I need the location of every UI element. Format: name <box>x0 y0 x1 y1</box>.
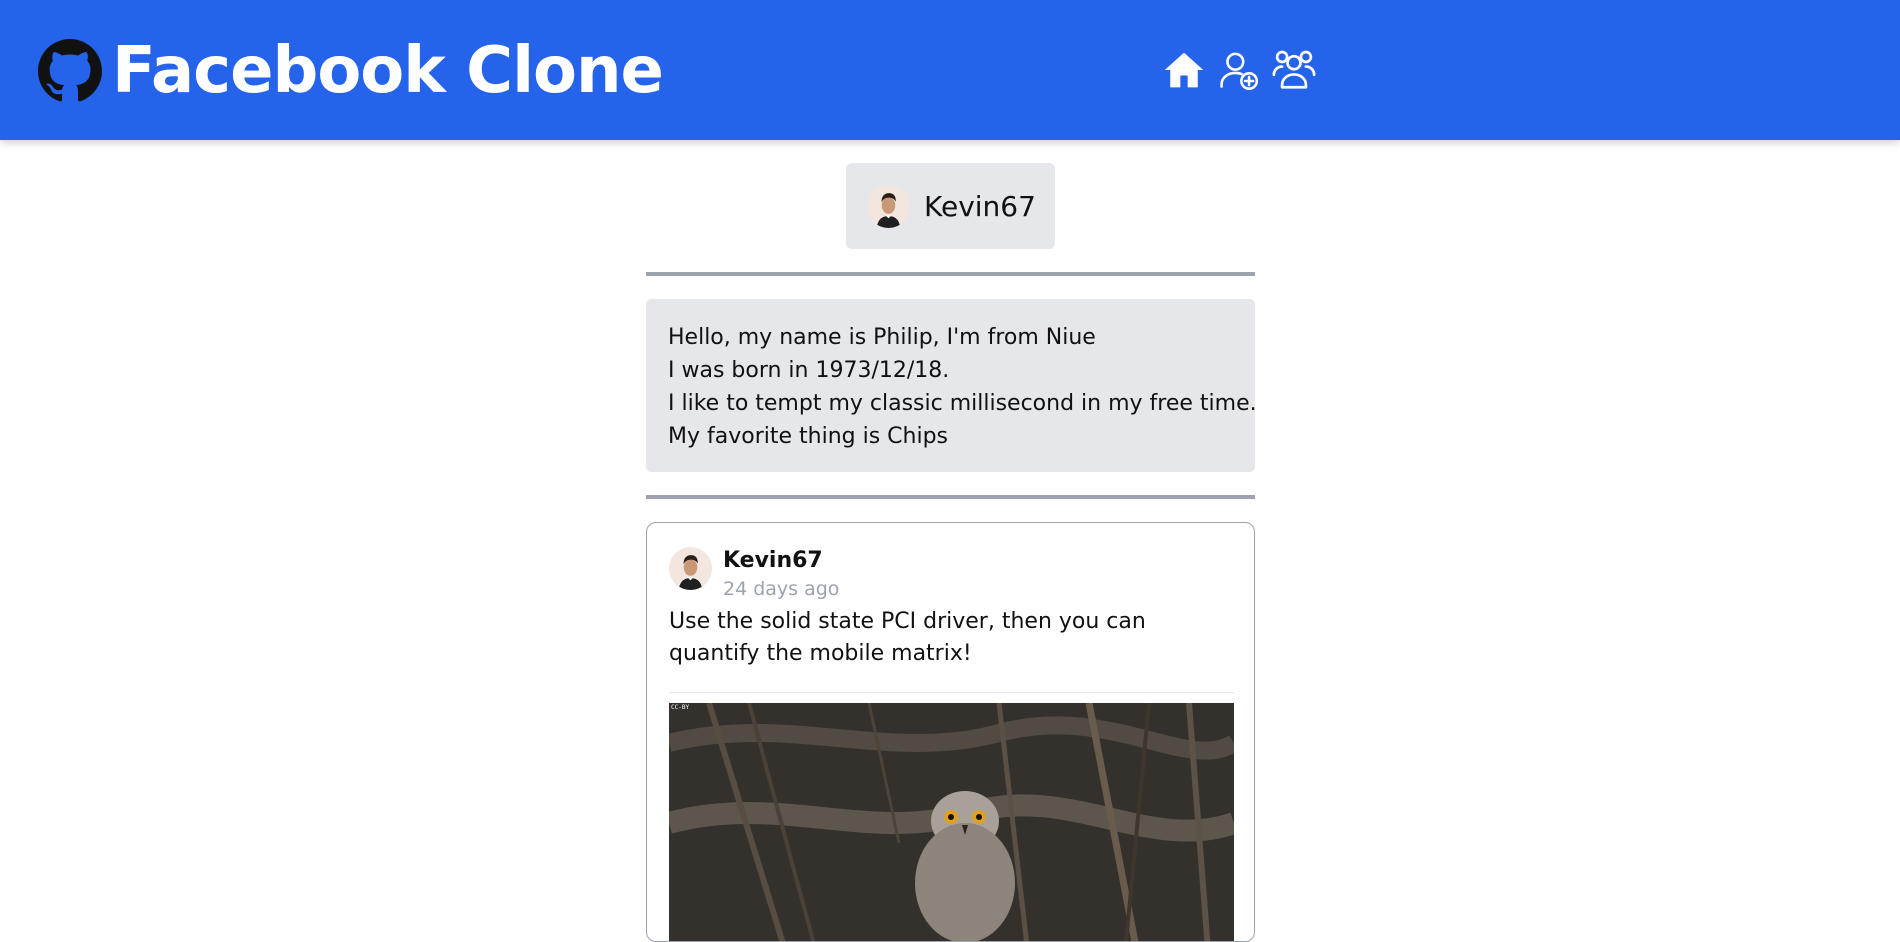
post-header: Kevin67 24 days ago <box>669 547 839 603</box>
about-section: Hello, my name is Philip, I'm from Niue … <box>646 299 1257 472</box>
avatar[interactable] <box>669 547 712 590</box>
about-line: My favorite thing is Chips <box>668 424 949 449</box>
about-line: I like to tempt my classic millisecond i… <box>668 391 1257 416</box>
image-license-tag: CC-BY <box>671 704 690 711</box>
post-author[interactable]: Kevin67 <box>723 547 839 575</box>
post-meta: Kevin67 24 days ago <box>723 547 839 603</box>
avatar <box>867 184 910 228</box>
github-icon <box>38 38 102 101</box>
about-line: I was born in 1973/12/18. <box>668 358 950 383</box>
brand-link[interactable]: Facebook Clone <box>38 33 664 108</box>
users-icon <box>1272 50 1316 89</box>
post-timestamp: 24 days ago <box>723 578 840 600</box>
divider <box>646 495 1255 499</box>
about-line: Hello, my name is Philip, I'm from Niue <box>668 325 1096 350</box>
post-card: Kevin67 24 days ago Use the solid state … <box>646 522 1255 942</box>
user-plus-icon <box>1220 52 1259 90</box>
nav-home-button[interactable] <box>1160 46 1208 94</box>
profile-username: Kevin67 <box>924 189 1036 223</box>
home-icon <box>1164 52 1204 88</box>
profile-chip[interactable]: Kevin67 <box>846 163 1055 249</box>
top-navbar: Facebook Clone <box>0 0 1900 140</box>
nav-friends-button[interactable] <box>1270 46 1318 94</box>
post-separator <box>669 692 1234 693</box>
post-image <box>669 703 1234 941</box>
nav-add-friend-button[interactable] <box>1215 46 1263 94</box>
app-title: Facebook Clone <box>112 33 664 108</box>
divider <box>646 272 1255 276</box>
main-nav <box>1160 46 1325 94</box>
post-text: Use the solid state PCI driver, then you… <box>669 609 1146 666</box>
